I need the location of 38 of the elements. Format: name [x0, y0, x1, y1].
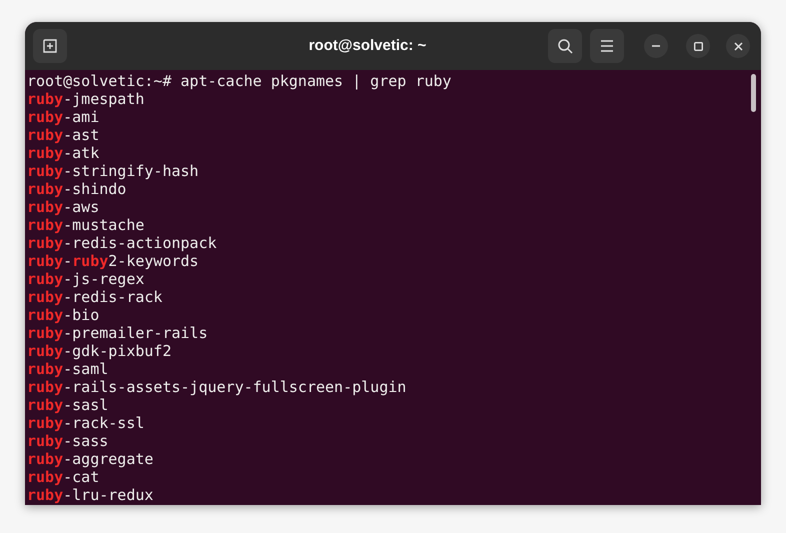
- maximize-icon: [694, 42, 702, 50]
- output-line: ruby-stringify-hash: [27, 162, 199, 180]
- close-icon: [734, 42, 742, 50]
- output-line: ruby-js-regex: [27, 270, 144, 288]
- menu-icon: [600, 40, 614, 52]
- search-icon: [557, 38, 573, 54]
- maximize-button[interactable]: [686, 34, 710, 58]
- menu-button[interactable]: [590, 29, 624, 63]
- search-button[interactable]: [548, 29, 582, 63]
- output-line: ruby-lru-redux: [27, 486, 154, 504]
- new-tab-button[interactable]: [33, 29, 67, 63]
- output-line: ruby-redis-rack: [27, 288, 162, 306]
- output-line: ruby-ast: [27, 126, 100, 144]
- output-line: ruby-atk: [27, 144, 100, 162]
- window-title: root@solvetic: ~: [308, 36, 426, 56]
- output-line: ruby-shindo: [27, 180, 126, 198]
- output-line: ruby-sasl: [27, 396, 108, 414]
- output-line: ruby-saml: [27, 360, 108, 378]
- output-line: ruby-rack-ssl: [27, 414, 144, 432]
- output-line: ruby-rails-assets-jquery-fullscreen-plugin: [27, 378, 406, 396]
- output-line: ruby-premailer-rails: [27, 324, 208, 342]
- new-tab-icon: [42, 38, 58, 54]
- output-line: ruby-ami: [27, 108, 100, 126]
- output-line: ruby-bio: [27, 306, 100, 324]
- scrollbar-thumb[interactable]: [751, 74, 756, 112]
- output-line: ruby-ruby2-keywords: [27, 252, 199, 270]
- output-line: ruby-sass: [27, 432, 108, 450]
- output-line: ruby-mustache: [27, 216, 144, 234]
- minimize-button[interactable]: [644, 34, 668, 58]
- output-line: ruby-aggregate: [27, 450, 154, 468]
- command-line: root@solvetic:~# apt-cache pkgnames | grep ruby: [27, 72, 452, 90]
- output-line: ruby-cat: [27, 468, 100, 486]
- output-line: ruby-redis-actionpack: [27, 234, 217, 252]
- output-line: ruby-gdk-pixbuf2: [27, 342, 172, 360]
- output-line: ruby-jmespath: [27, 90, 144, 108]
- output-line: ruby-aws: [27, 198, 100, 216]
- minimize-icon: [652, 45, 660, 47]
- close-button[interactable]: [726, 34, 750, 58]
